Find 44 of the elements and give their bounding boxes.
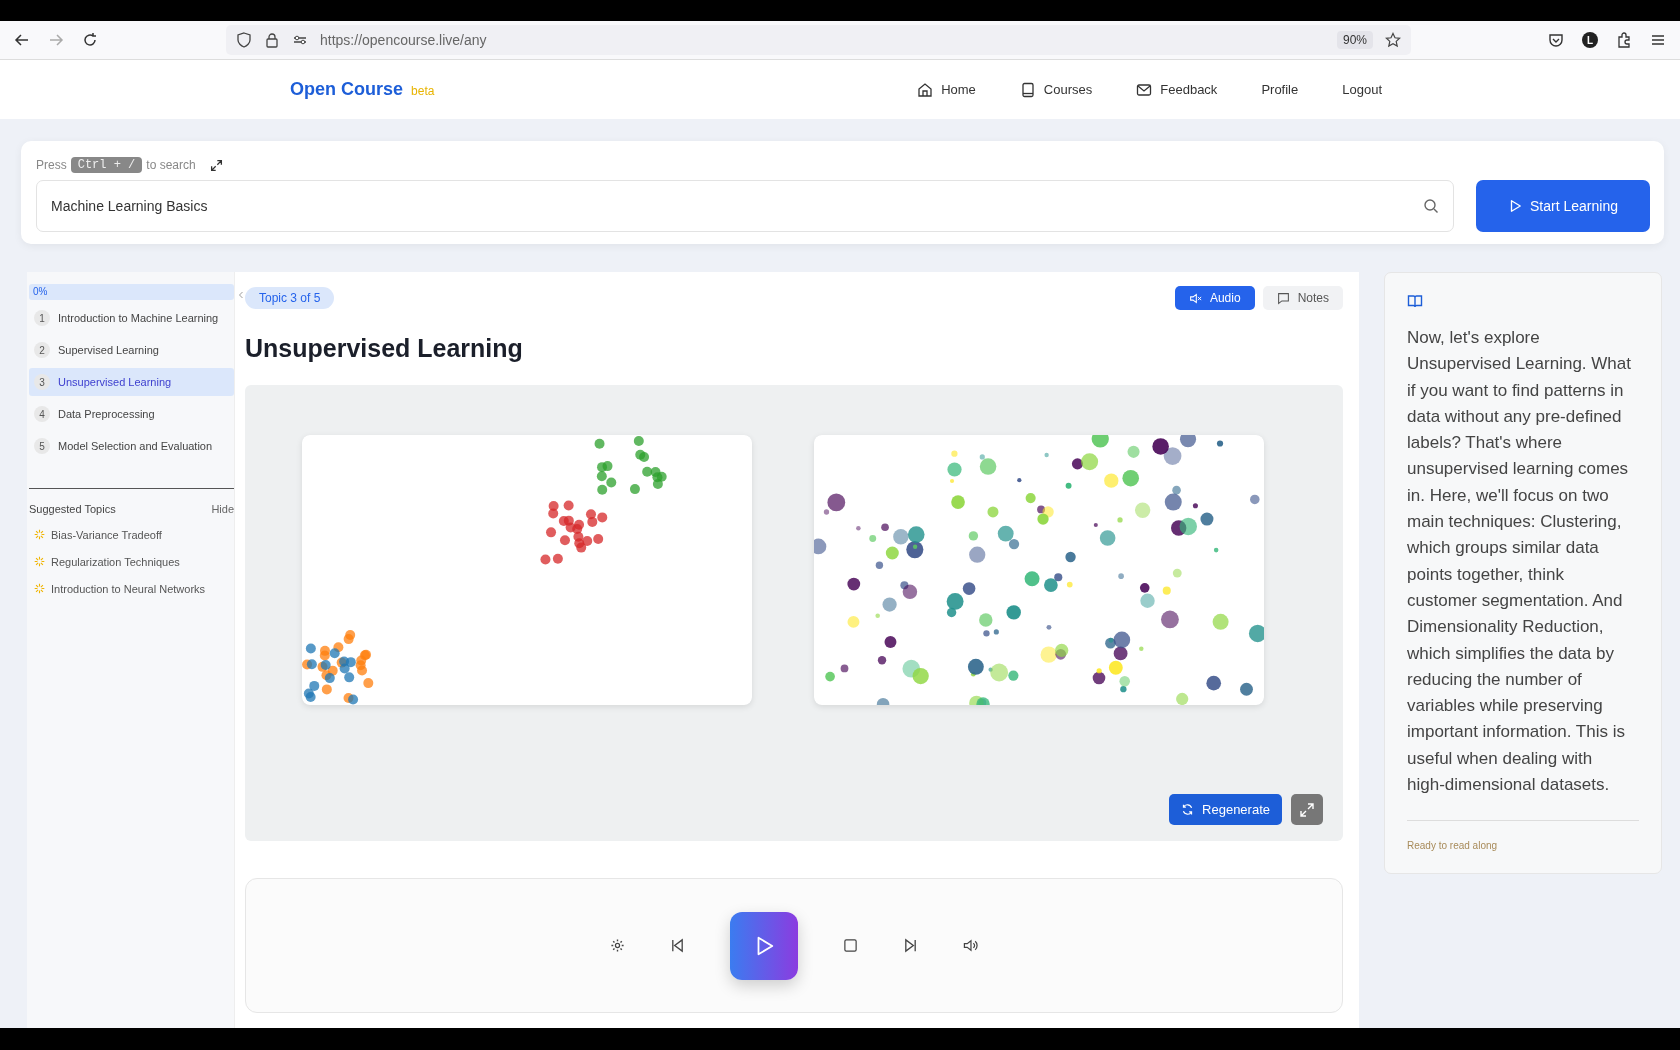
mode-toggle[interactable]: Audio [1174,286,1255,310]
start-learning-button[interactable]: Start Learning [1476,180,1650,232]
nav-link[interactable]: Feedback [1136,81,1218,98]
search-field[interactable]: Machine Learning Basics [36,180,1454,232]
url-text: https://opencourse.live/any [320,32,488,48]
hide-link[interactable]: Hide [211,503,234,515]
topic-number: 1 [34,310,50,326]
lesson-title: Unsupervised Learning [245,334,524,363]
topic-number: 2 [34,342,50,358]
topic-item[interactable]: 5 Model Selection and Evaluation [29,432,234,460]
nav-link[interactable]: Courses [1019,81,1093,98]
beta-label: beta [411,84,435,98]
suggested-topic[interactable]: Regularization Techniques [29,548,234,575]
search-hint: to search [146,158,196,172]
topic-title: Introduction to Machine Learning [58,312,219,324]
topic-number: 3 [34,374,50,390]
shortcut-key: Ctrl + / [70,157,143,173]
mode-toggle[interactable]: Notes [1262,286,1343,310]
topic-number: 5 [34,438,50,454]
topic-number: 4 [34,406,50,422]
nav-link[interactable]: Home [917,81,976,98]
suggested-topic[interactable]: Bias-Variance Tradeoff [29,521,234,548]
suggested-heading: Suggested Topics [29,503,116,515]
suggested-topic[interactable]: Introduction to Neural Networks [29,575,234,602]
reading-status: Ready to read along [1407,840,1498,852]
profile-avatar[interactable]: L [1582,32,1598,48]
regenerate-button[interactable]: Regenerate [1169,794,1282,825]
topic-item[interactable]: 3 Unsupervised Learning [29,368,234,396]
topic-item[interactable]: 1 Introduction to Machine Learning [29,304,234,332]
narration-text: Now, let's explore Unsupervised Learning. What if you want to find patterns in data without any pre-defined labels? That's where unsupervised learning comes in. Here, we'll focus on two main techniques: Clustering, which groups similar data points together, think customer segmentation. And Dimensionality Reduction, which simplifies the data by reducing the number of variables while preserving important information. This is useful when dealing with high-dimensional datasets. [1407,327,1632,797]
topic-title: Supervised Learning [58,344,159,356]
address-bar[interactable]: https://opencourse.live/any 90% [226,25,1411,55]
topic-title: Unsupervised Learning [58,376,172,388]
zoom-level[interactable]: 90% [1336,31,1373,49]
topic-item[interactable]: 2 Supervised Learning [29,336,234,364]
site-logo[interactable]: Open Course [290,79,404,100]
nav-link[interactable]: Logout [1342,81,1382,98]
topic-counter: Topic 3 of 5 [245,287,335,309]
topic-title: Data Preprocessing [58,408,155,420]
topic-item[interactable]: 4 Data Preprocessing [29,400,234,428]
topic-title: Model Selection and Evaluation [58,440,213,452]
search-hint: Press [36,158,67,172]
nav-link[interactable]: Profile [1261,81,1299,98]
progress-label: 0% [33,286,48,297]
